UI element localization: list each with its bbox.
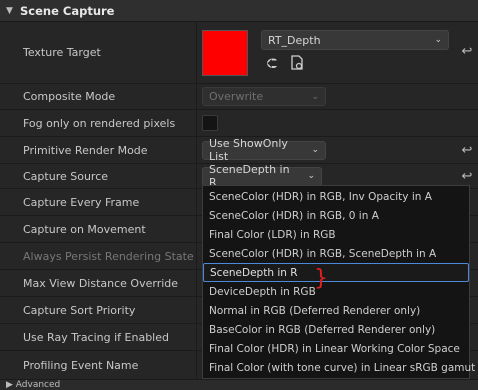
texture-target-label: Texture Target	[0, 22, 197, 83]
composite-mode-value: Overwrite	[209, 90, 264, 103]
primitive-render-mode-value: Use ShowOnly List	[209, 137, 288, 163]
texture-color-swatch[interactable]	[202, 30, 248, 76]
menu-option[interactable]: Final Color (LDR) in RGB	[203, 225, 469, 244]
row-composite-mode: Composite Mode Overwrite ⌄	[0, 84, 478, 110]
composite-mode-dropdown: Overwrite ⌄	[202, 87, 326, 106]
primitive-render-mode-label: Primitive Render Mode	[0, 137, 197, 163]
section-title: Scene Capture	[20, 3, 115, 18]
advanced-label: Advanced	[15, 380, 61, 390]
capture-source-label: Capture Source	[0, 164, 197, 188]
menu-option[interactable]: Final Color (HDR) in Linear Working Colo…	[203, 339, 469, 358]
chevron-down-icon: ⌄	[307, 171, 315, 181]
fog-only-checkbox[interactable]	[202, 115, 218, 131]
reset-arrow-icon[interactable]: ↩	[460, 44, 474, 59]
menu-option[interactable]: SceneColor (HDR) in RGB, SceneDepth in A	[203, 244, 469, 263]
asset-file-icon[interactable]	[289, 55, 305, 71]
menu-option[interactable]: Normal in RGB (Deferred Renderer only)	[203, 301, 469, 320]
composite-mode-label: Composite Mode	[0, 84, 197, 109]
texture-asset-dropdown[interactable]: RT_Depth ⌄	[261, 30, 449, 50]
menu-option[interactable]: DeviceDepth in RGB	[203, 282, 469, 301]
menu-option-selected[interactable]: SceneDepth in R	[203, 263, 469, 282]
capture-on-movement-label: Capture on Movement	[0, 216, 197, 242]
chevron-down-icon: ⌄	[434, 35, 442, 45]
reset-arrow-icon[interactable]: ↩	[460, 169, 474, 184]
capture-sort-priority-label: Capture Sort Priority	[0, 297, 197, 323]
max-view-distance-label: Max View Distance Override	[0, 270, 197, 296]
chevron-right-icon: ▶	[6, 380, 16, 390]
advanced-section-header[interactable]: ▶ Advanced	[0, 380, 478, 390]
row-fog-only: Fog only on rendered pixels	[0, 110, 478, 137]
capture-every-frame-label: Capture Every Frame	[0, 189, 197, 215]
profiling-event-name-label: Profiling Event Name	[0, 351, 197, 379]
chevron-down-icon: ⌄	[311, 91, 319, 102]
menu-option[interactable]: SceneColor (HDR) in RGB, Inv Opacity in …	[203, 187, 469, 206]
menu-option[interactable]: Final Color (with tone curve) in Linear …	[203, 358, 475, 377]
menu-option[interactable]: BaseColor in RGB (Deferred Renderer only…	[203, 320, 469, 339]
always-persist-label: Always Persist Rendering State	[0, 243, 197, 269]
menu-option[interactable]: SceneColor (HDR) in RGB, 0 in A	[203, 206, 469, 225]
chevron-down-icon[interactable]: ▼	[6, 6, 20, 16]
chevron-down-icon: ⌄	[311, 145, 319, 155]
browse-back-icon[interactable]: ⮈	[264, 56, 280, 72]
texture-asset-name: RT_Depth	[268, 33, 321, 47]
reset-arrow-icon[interactable]: ↩	[460, 143, 474, 158]
use-ray-tracing-label: Use Ray Tracing if Enabled	[0, 324, 197, 350]
row-primitive-render-mode: Primitive Render Mode Use ShowOnly List …	[0, 137, 478, 164]
capture-source-menu: SceneColor (HDR) in RGB, Inv Opacity in …	[202, 185, 475, 379]
details-panel: ▼ Scene Capture Texture Target ↩ RT_Dept…	[0, 0, 478, 390]
fog-only-label: Fog only on rendered pixels	[0, 110, 197, 136]
section-header[interactable]: ▼ Scene Capture	[0, 0, 478, 22]
annotation-brace: }	[314, 266, 328, 291]
primitive-render-mode-dropdown[interactable]: Use ShowOnly List ⌄	[202, 137, 326, 163]
capture-source-dropdown[interactable]: SceneDepth in R ⌄	[202, 163, 322, 189]
